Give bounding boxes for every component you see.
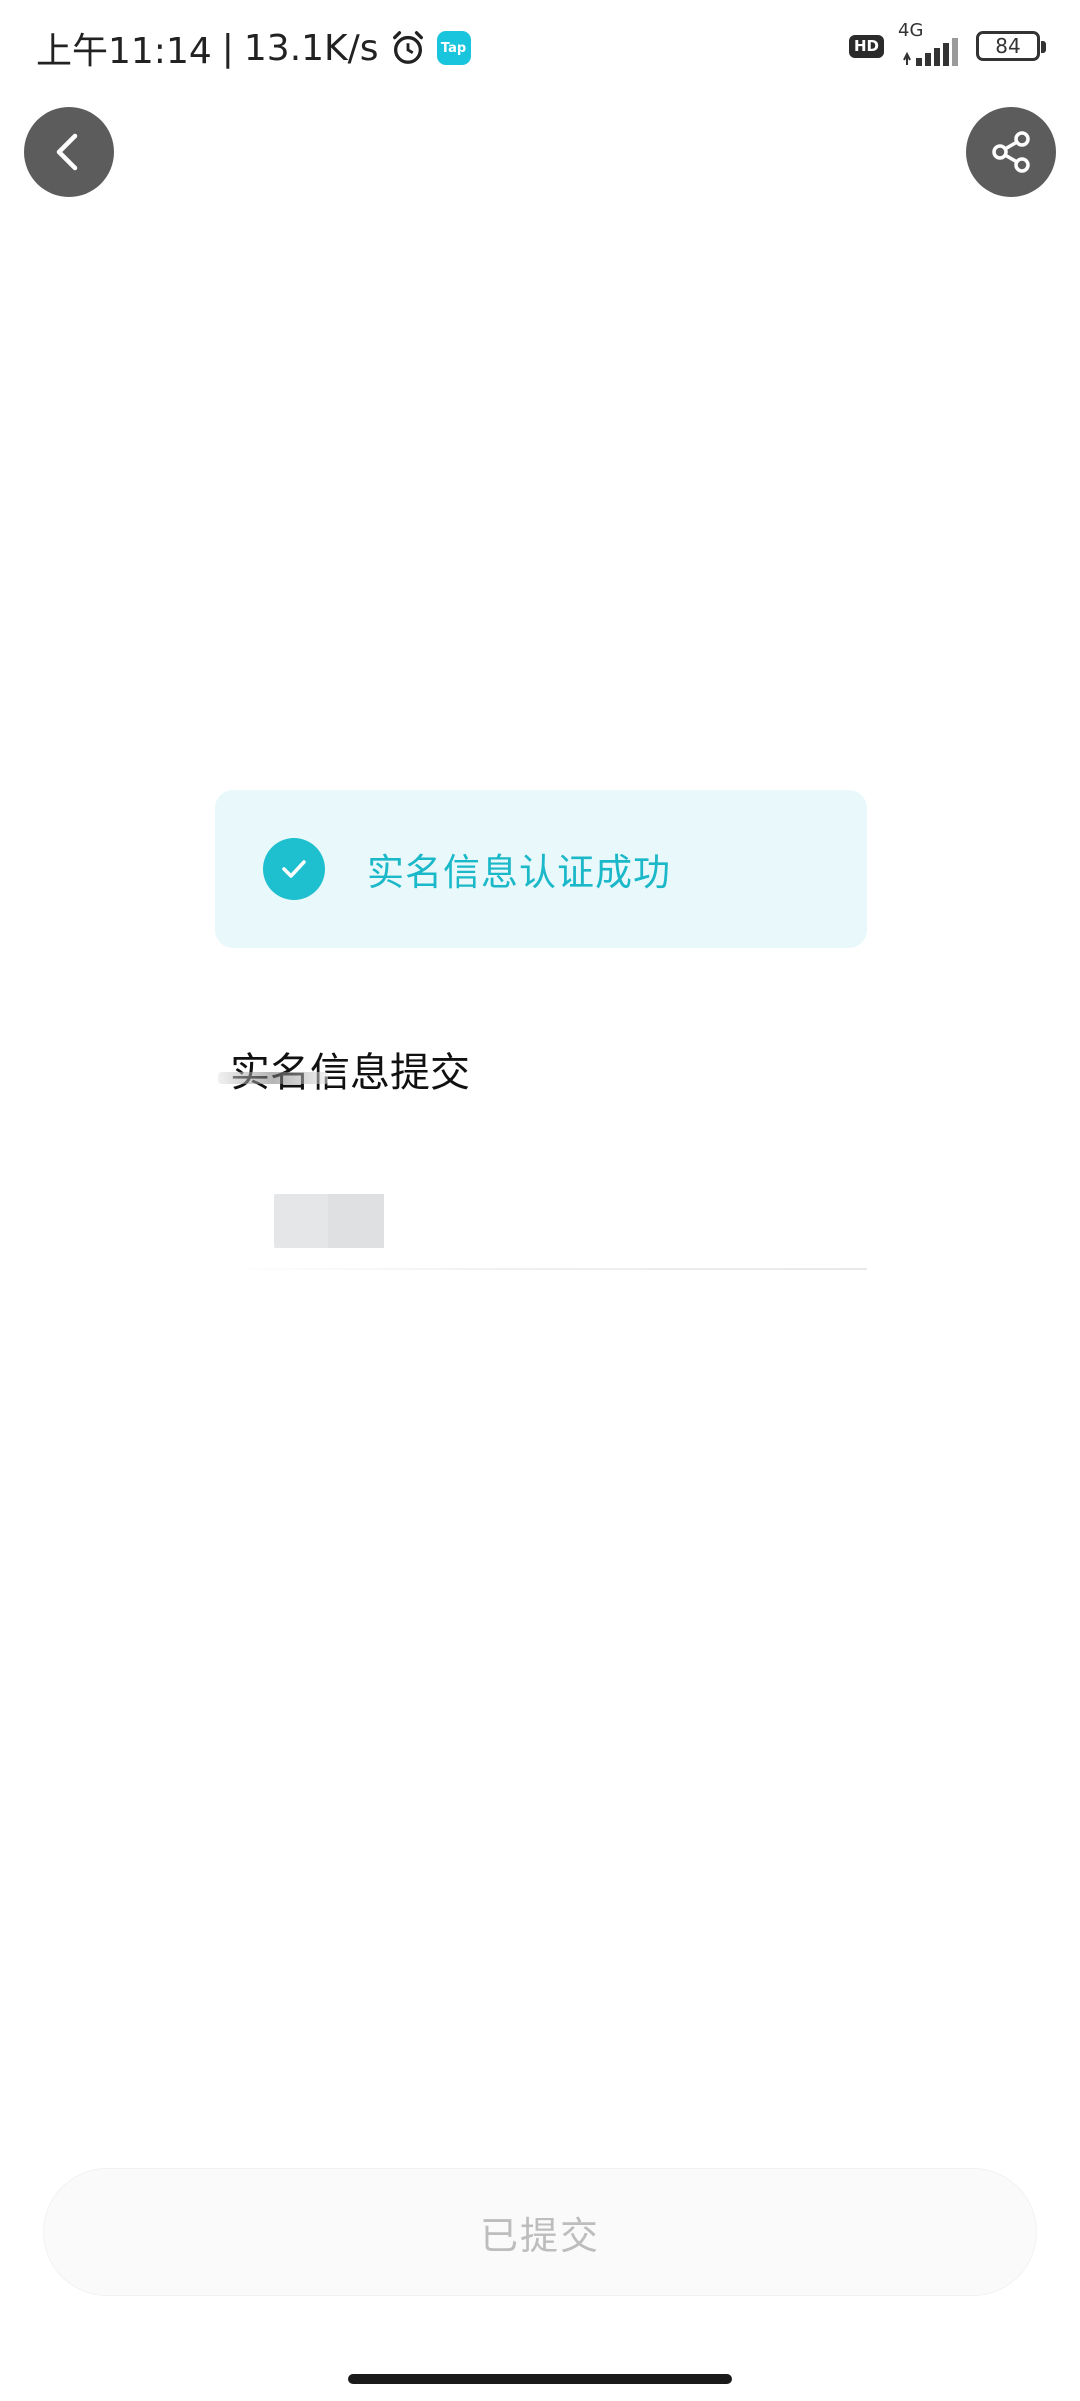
checkmark-icon: [282, 860, 306, 878]
field-divider: [215, 1268, 867, 1270]
success-message: 实名信息认证成功: [367, 851, 671, 894]
signal-group: 4G: [898, 20, 962, 66]
back-button[interactable]: [24, 107, 114, 197]
home-indicator[interactable]: [348, 2374, 732, 2384]
status-bar: 上午11:14 | 13.1K/s Tap HD 4G 84: [0, 0, 1080, 96]
battery-level: 84: [995, 34, 1021, 58]
taptap-app-icon: Tap: [436, 31, 471, 65]
signal-strength-icon: [903, 38, 958, 66]
share-icon: [992, 131, 1030, 173]
share-button[interactable]: [966, 107, 1056, 197]
chevron-left-icon: [56, 133, 78, 171]
check-circle-icon: [263, 838, 325, 900]
status-right: HD 4G 84: [848, 20, 1046, 66]
status-net-speed: 13.1K/s: [243, 27, 379, 69]
status-left: 上午11:14 | 13.1K/s Tap: [36, 22, 471, 74]
section-title: 实名信息提交: [230, 1050, 470, 1096]
status-separator: |: [221, 27, 234, 69]
battery-icon: 84: [976, 31, 1046, 61]
status-time: 上午11:14: [36, 31, 212, 72]
verification-success-banner: 实名信息认证成功: [215, 790, 867, 948]
alarm-icon: [392, 31, 423, 64]
masked-name-value: [274, 1194, 384, 1248]
title-artifact: [218, 1072, 328, 1084]
submitted-button[interactable]: 已提交: [43, 2168, 1037, 2296]
hd-badge: HD: [848, 34, 884, 58]
